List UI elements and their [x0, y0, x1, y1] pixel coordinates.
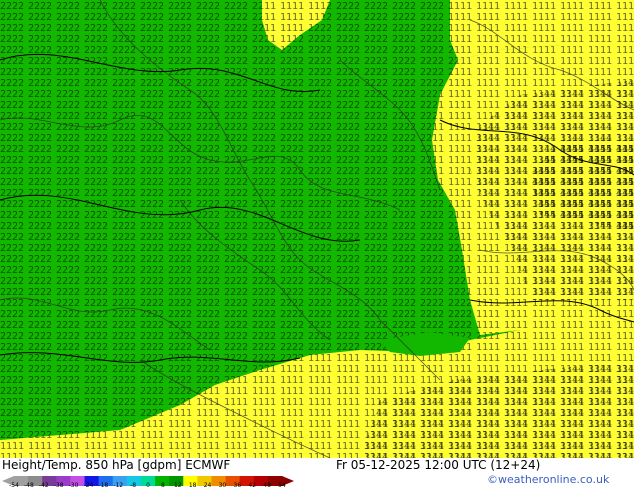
colorbar-tick-label: 30 — [218, 482, 227, 489]
colorbar-tick-label: 48 — [263, 482, 271, 489]
colorbar-tick-label: -48 — [23, 482, 34, 489]
colorbar-tick-label: -54 — [9, 482, 19, 489]
forecast-datetime: Fr 05-12-2025 12:00 UTC (12+24) — [336, 458, 541, 472]
colorbar-tick-label: -42 — [38, 482, 49, 489]
colorbar-tick-label: 54 — [278, 482, 286, 489]
colorbar-tick-label: -8 — [130, 482, 137, 489]
colorbar-tick-label: 42 — [248, 482, 257, 489]
map-title: Height/Temp. 850 hPa [gdpm] ECMWF — [2, 458, 231, 472]
colorbar-tick-label: -12 — [113, 482, 124, 489]
credit-link[interactable]: ©weatheronline.co.uk — [487, 473, 609, 486]
colorbar-ticks: -54 -48 -42 -38 -30 -24 -18 -12 -8 0 8 12 18 24 30 36 42… — [2, 482, 302, 490]
colorbar-tick-label: -18 — [98, 482, 109, 489]
colorbar-tick-label: 0 — [146, 482, 150, 489]
weather-map: 2222 1111 3344 4455 — [0, 0, 634, 458]
map-canvas: 2222 1111 3344 4455 — [0, 0, 634, 458]
colorbar-tick-label: -30 — [68, 482, 79, 489]
colorbar-tick-label: 12 — [173, 482, 182, 489]
colorbar-tick-label: -38 — [53, 482, 64, 489]
colorbar-tick-label: -24 — [83, 482, 94, 489]
colorbar-tick-label: 8 — [160, 482, 165, 489]
colorbar-tick-label: 24 — [203, 482, 212, 489]
colorbar-tick-label: 36 — [233, 482, 242, 489]
colorbar-tick-label: 18 — [188, 482, 197, 489]
temperature-colorbar — [2, 471, 294, 486]
